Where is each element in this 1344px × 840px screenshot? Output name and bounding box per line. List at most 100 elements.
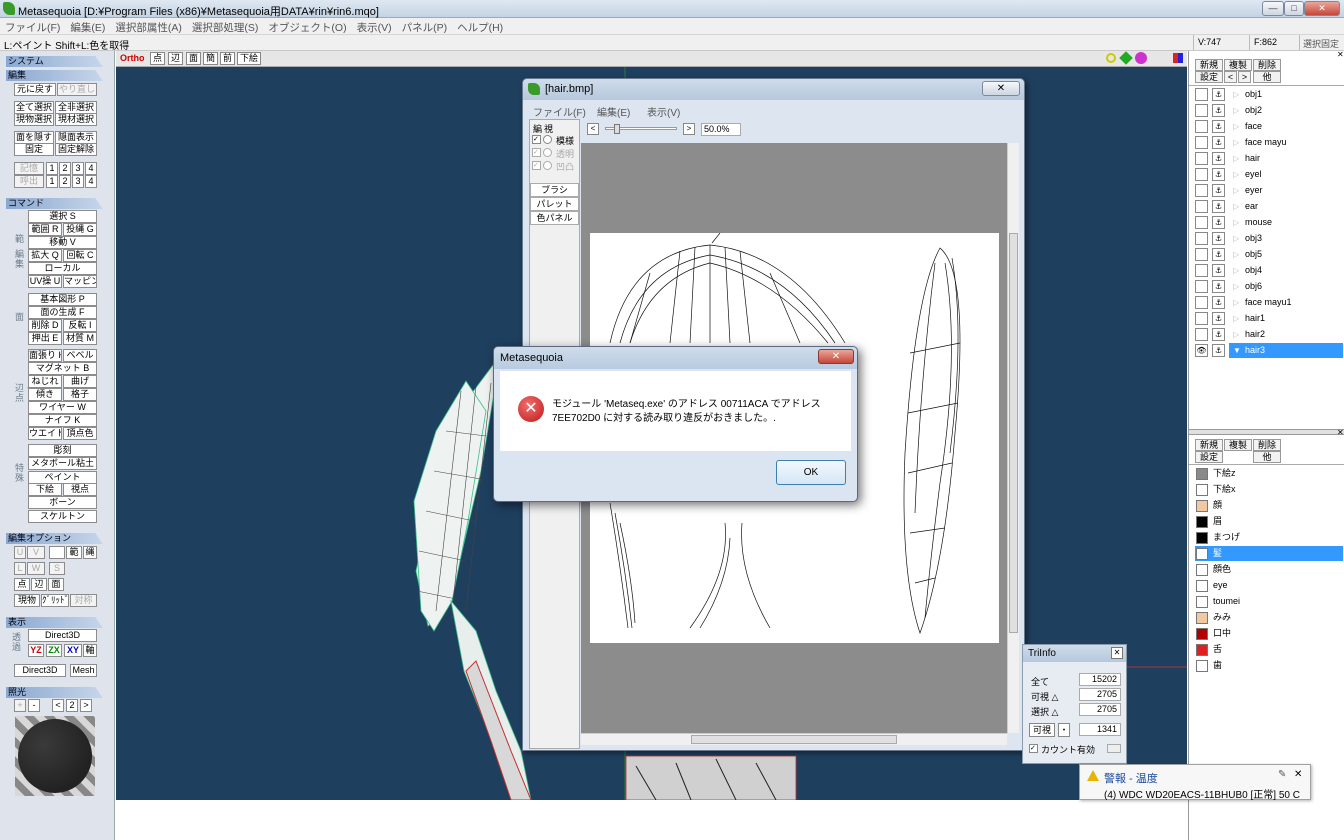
expand-chevron-icon[interactable]: ▷: [1233, 167, 1239, 182]
rotate-view-icon[interactable]: [1135, 52, 1147, 64]
visibility-toggle[interactable]: [1195, 152, 1208, 165]
menu-select-attr[interactable]: 選択部属性(A): [110, 18, 187, 35]
vp-point[interactable]: 点: [150, 52, 166, 65]
mesh-toggle[interactable]: Mesh: [70, 664, 97, 677]
wire-tool[interactable]: ワイヤー W: [28, 401, 97, 414]
option-s[interactable]: S: [49, 562, 65, 575]
lock-icon[interactable]: ⚓: [1212, 168, 1225, 181]
bend-tool[interactable]: 曲げ: [63, 375, 97, 388]
object-prev-button[interactable]: <: [1224, 71, 1237, 83]
object-row[interactable]: ⚓ ▷ face mayu1: [1195, 295, 1343, 310]
memory-2[interactable]: 2: [59, 162, 71, 175]
direct3d-button[interactable]: Direct3D: [28, 629, 97, 642]
expand-chevron-icon[interactable]: ▷: [1233, 199, 1239, 214]
texture-vscroll-thumb[interactable]: [1009, 233, 1018, 633]
vp-edge[interactable]: 辺: [168, 52, 184, 65]
texture-hscroll-thumb[interactable]: [691, 735, 897, 744]
zoom-out-button[interactable]: <: [587, 123, 599, 135]
material-row[interactable]: 歯: [1195, 658, 1343, 673]
lock-icon[interactable]: ⚓: [1212, 312, 1225, 325]
object-row[interactable]: ⚓ ▷ obj6: [1195, 279, 1343, 294]
object-dup-button[interactable]: 複製: [1224, 59, 1252, 71]
move-tool[interactable]: 移動 V: [28, 236, 97, 249]
ink-edit-check[interactable]: ✓: [532, 161, 541, 170]
maximize-button[interactable]: □: [1284, 1, 1304, 16]
material-row[interactable]: みみ: [1195, 610, 1343, 625]
bevel-tool[interactable]: ベベル: [63, 349, 97, 362]
pattern-edit-check[interactable]: ✓: [532, 135, 541, 144]
object-settings-button[interactable]: 設定: [1195, 71, 1223, 83]
object-row[interactable]: ⚓ ▷ eyer: [1195, 183, 1343, 198]
lasso-tool[interactable]: 投縄 G: [63, 223, 97, 236]
object-row[interactable]: ⚓ ▷ face: [1195, 119, 1343, 134]
visibility-toggle[interactable]: 👁: [1195, 344, 1208, 357]
view-yz[interactable]: YZ: [28, 644, 44, 657]
local-tool[interactable]: ローカル: [28, 262, 97, 275]
vp-face[interactable]: 面: [186, 52, 202, 65]
section-system[interactable]: システム: [6, 56, 103, 67]
color-panel-tab[interactable]: 色パネル: [530, 211, 579, 225]
lock-icon[interactable]: ⚓: [1212, 280, 1225, 293]
object-new-button[interactable]: 新規: [1195, 59, 1223, 71]
texture-menu-file[interactable]: ファイル(F): [533, 104, 586, 119]
option-blank[interactable]: [49, 546, 65, 559]
pattern-view-radio[interactable]: [543, 135, 552, 144]
material-tool[interactable]: 材質 M: [63, 332, 97, 345]
ortho-label[interactable]: Ortho: [120, 53, 145, 63]
material-color-swatch[interactable]: [1196, 628, 1208, 640]
material-row[interactable]: 下絵x: [1195, 482, 1343, 497]
light-prev[interactable]: <: [52, 699, 64, 712]
triinfo-close-button[interactable]: ✕: [1111, 647, 1123, 659]
menu-object[interactable]: オブジェクト(O): [263, 18, 351, 35]
carve-tool[interactable]: 彫刻: [28, 444, 97, 457]
material-color-swatch[interactable]: [1196, 532, 1208, 544]
mapping-tool[interactable]: マッピング: [63, 275, 97, 288]
object-next-button[interactable]: >: [1238, 71, 1251, 83]
material-row[interactable]: 顔色: [1195, 562, 1343, 577]
viewpoint-tool[interactable]: 視点: [63, 483, 97, 496]
option-current-object[interactable]: 現物: [14, 594, 40, 607]
recall-2[interactable]: 2: [59, 175, 71, 188]
lock-icon[interactable]: ⚓: [1212, 184, 1225, 197]
light-next[interactable]: >: [80, 699, 92, 712]
memory-button[interactable]: 記憶: [14, 162, 44, 175]
lock-icon[interactable]: ⚓: [1212, 152, 1225, 165]
lock-icon[interactable]: ⚓: [1212, 232, 1225, 245]
basic-shape-tool[interactable]: 基本図形 P: [28, 293, 97, 306]
object-row[interactable]: ⚓ ▷ obj4: [1195, 263, 1343, 278]
palette-tab[interactable]: パレット: [530, 197, 579, 211]
material-row[interactable]: toumei: [1195, 594, 1343, 609]
material-color-swatch[interactable]: [1196, 548, 1208, 560]
lock-icon[interactable]: ⚓: [1212, 120, 1225, 133]
lock-icon[interactable]: ⚓: [1212, 88, 1225, 101]
visibility-toggle[interactable]: [1195, 296, 1208, 309]
magnet-tool[interactable]: マグネット B: [28, 362, 97, 375]
option-symmetry[interactable]: 対称: [70, 594, 97, 607]
expand-chevron-icon[interactable]: ▷: [1233, 87, 1239, 102]
object-row[interactable]: ⚓ ▷ obj2: [1195, 103, 1343, 118]
material-row[interactable]: 下絵z: [1195, 466, 1343, 481]
visibility-toggle[interactable]: [1195, 184, 1208, 197]
object-row[interactable]: ⚓ ▷ hair1: [1195, 311, 1343, 326]
light-minus[interactable]: -: [28, 699, 40, 712]
material-color-swatch[interactable]: [1196, 516, 1208, 528]
mode-point[interactable]: 点: [14, 578, 30, 591]
skeleton-tool[interactable]: スケルトン: [28, 510, 97, 523]
vp-front[interactable]: 前: [220, 52, 236, 65]
mode-face[interactable]: 面: [48, 578, 64, 591]
mode-edge[interactable]: 辺: [31, 578, 47, 591]
menu-select-proc[interactable]: 選択部処理(S): [187, 18, 264, 35]
section-command[interactable]: コマンド: [6, 198, 103, 209]
option-link[interactable]: 縄: [83, 546, 97, 559]
lock-icon[interactable]: ⚓: [1212, 136, 1225, 149]
ink-view-radio[interactable]: [543, 161, 552, 170]
expand-chevron-icon[interactable]: ▷: [1233, 135, 1239, 150]
object-row[interactable]: ⚓ ▷ hair: [1195, 151, 1343, 166]
delete-tool[interactable]: 削除 D: [28, 319, 62, 332]
twist-tool[interactable]: ねじれ: [28, 375, 62, 388]
object-del-button[interactable]: 削除: [1253, 59, 1281, 71]
lock-icon[interactable]: ⚓: [1212, 296, 1225, 309]
lock-icon[interactable]: ⚓: [1212, 344, 1225, 357]
material-row[interactable]: 髪: [1195, 546, 1343, 561]
lock-icon[interactable]: ⚓: [1212, 328, 1225, 341]
